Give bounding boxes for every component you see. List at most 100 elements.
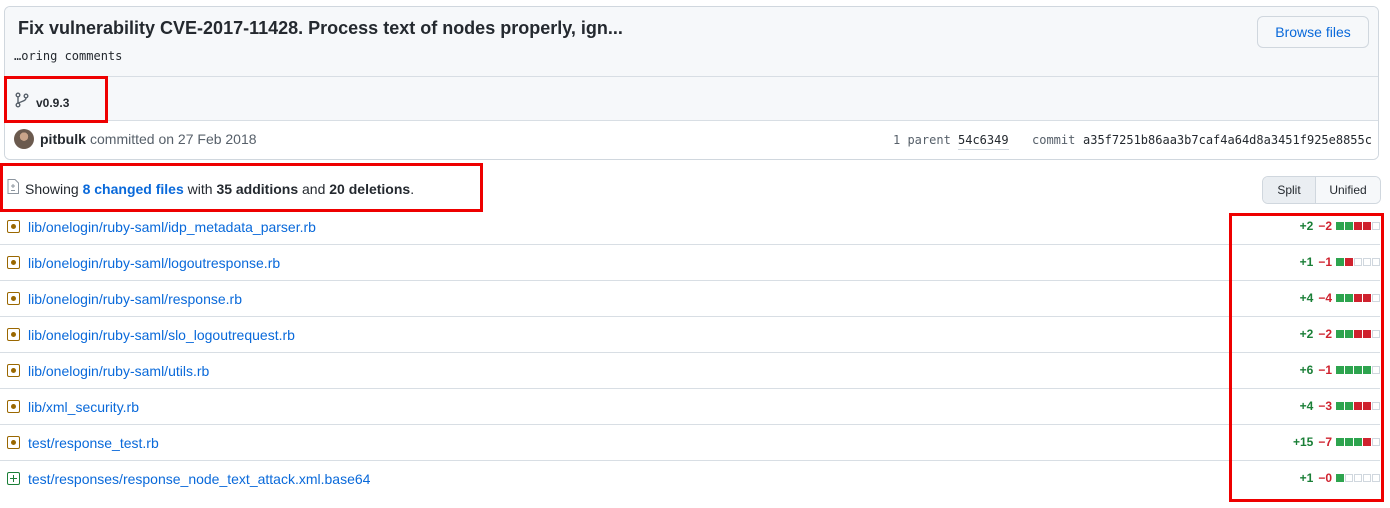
file-diff-icon — [7, 179, 19, 194]
diffstat-block-neutral — [1372, 258, 1380, 266]
commit-box: Fix vulnerability CVE-2017-11428. Proces… — [4, 6, 1379, 160]
diffstat-block-neutral — [1372, 438, 1380, 446]
parent-label: 1 parent — [893, 133, 951, 147]
diffstat-block-neutral — [1363, 474, 1371, 482]
diffstat-block-deleted — [1363, 330, 1371, 338]
diffstat-block-added — [1345, 438, 1353, 446]
diffstat-block-added — [1354, 366, 1362, 374]
changed-files-list: lib/onelogin/ruby-saml/idp_metadata_pars… — [0, 209, 1380, 497]
additions-stat: +2 — [1299, 219, 1314, 233]
file-modified-icon — [7, 328, 20, 341]
diff-stats: +15 −7 — [1293, 435, 1380, 449]
diffstat-block-added — [1345, 402, 1353, 410]
file-modified-icon — [7, 220, 20, 233]
file-modified-icon — [7, 256, 20, 269]
diffstat-block-neutral — [1372, 294, 1380, 302]
summary-with: with — [187, 181, 213, 197]
additions-stat: +1 — [1299, 471, 1314, 485]
diffstat-block-deleted — [1363, 222, 1371, 230]
diff-stats: +2 −2 — [1300, 219, 1380, 233]
diff-stats: +4 −3 — [1300, 399, 1380, 413]
file-modified-icon — [7, 400, 20, 413]
diff-stats: +6 −1 — [1300, 363, 1380, 377]
deletions-stat: −1 — [1318, 363, 1332, 377]
diff-stats: +2 −2 — [1300, 327, 1380, 341]
additions-stat: +15 — [1292, 435, 1314, 449]
diffstat-bar — [1336, 474, 1380, 482]
diffstat-block-deleted — [1363, 438, 1371, 446]
deletions-stat: −1 — [1318, 255, 1332, 269]
diffstat-block-neutral — [1345, 474, 1353, 482]
avatar[interactable] — [14, 129, 34, 149]
file-row: lib/onelogin/ruby-saml/idp_metadata_pars… — [0, 209, 1380, 245]
deletions-stat: −0 — [1318, 471, 1332, 485]
diff-view-toggle: Split Unified — [1262, 176, 1381, 204]
diffstat-block-deleted — [1363, 294, 1371, 302]
commit-date: committed on 27 Feb 2018 — [90, 131, 257, 147]
diffstat-block-added — [1336, 438, 1344, 446]
deletions-stat: −3 — [1318, 399, 1332, 413]
diffstat-block-deleted — [1354, 294, 1362, 302]
diffstat-block-added — [1345, 366, 1353, 374]
diff-stats: +1 −0 — [1300, 471, 1380, 485]
diffstat-block-deleted — [1354, 330, 1362, 338]
changed-files-link[interactable]: 8 changed files — [83, 181, 184, 197]
file-path-link[interactable]: lib/xml_security.rb — [28, 399, 139, 415]
diffstat-block-neutral — [1372, 222, 1380, 230]
author-name[interactable]: pitbulk — [40, 131, 86, 147]
diffstat-block-neutral — [1354, 258, 1362, 266]
diffstat-block-deleted — [1345, 258, 1353, 266]
summary-prefix: Showing — [25, 181, 79, 197]
file-modified-icon — [7, 292, 20, 305]
file-path-link[interactable]: lib/onelogin/ruby-saml/response.rb — [28, 291, 242, 307]
additions-stat: +2 — [1299, 327, 1314, 341]
diffstat-block-added — [1336, 330, 1344, 338]
file-path-link[interactable]: test/responses/response_node_text_attack… — [28, 471, 370, 487]
commit-title: Fix vulnerability CVE-2017-11428. Proces… — [18, 18, 623, 38]
diffstat-bar — [1336, 294, 1380, 302]
file-added-icon — [7, 472, 20, 485]
file-row: lib/onelogin/ruby-saml/logoutresponse.rb… — [0, 245, 1380, 281]
diffstat-block-neutral — [1372, 474, 1380, 482]
additions-stat: +4 — [1299, 399, 1314, 413]
summary-suffix: . — [410, 181, 415, 197]
diffstat-block-neutral — [1363, 258, 1371, 266]
file-row: lib/onelogin/ruby-saml/slo_logoutrequest… — [0, 317, 1380, 353]
diffstat-block-deleted — [1363, 402, 1371, 410]
file-row: lib/onelogin/ruby-saml/response.rb +4 −4 — [0, 281, 1380, 317]
file-path-link[interactable]: lib/onelogin/ruby-saml/idp_metadata_pars… — [28, 219, 316, 235]
file-path-link[interactable]: lib/onelogin/ruby-saml/logoutresponse.rb — [28, 255, 280, 271]
parent-sha-link[interactable]: 54c6349 — [958, 133, 1009, 150]
file-path-link[interactable]: test/response_test.rb — [28, 435, 159, 451]
diffstat-block-deleted — [1354, 222, 1362, 230]
branch-tag[interactable]: v0.9.3 — [36, 96, 69, 110]
branch-row: v0.9.3 — [5, 76, 1378, 121]
split-view-button[interactable]: Split — [1263, 177, 1316, 203]
diffstat-bar — [1336, 438, 1380, 446]
diffstat-bar — [1336, 402, 1380, 410]
diffstat-block-added — [1336, 402, 1344, 410]
file-row: test/response_test.rb +15 −7 — [0, 425, 1380, 461]
file-row: lib/onelogin/ruby-saml/utils.rb +6 −1 — [0, 353, 1380, 389]
diffstat-bar — [1336, 366, 1380, 374]
diffstat-bar — [1336, 258, 1380, 266]
diffstat-block-deleted — [1354, 402, 1362, 410]
commit-label: commit — [1032, 133, 1076, 147]
diffstat-block-added — [1336, 474, 1344, 482]
file-modified-icon — [7, 436, 20, 449]
deletions-stat: −2 — [1318, 219, 1332, 233]
diffstat-block-added — [1336, 294, 1344, 302]
deletions-count: 20 deletions — [329, 181, 411, 197]
commit-description: …oring comments — [14, 49, 123, 63]
file-path-link[interactable]: lib/onelogin/ruby-saml/utils.rb — [28, 363, 209, 379]
browse-files-button[interactable]: Browse files — [1257, 16, 1369, 48]
file-path-link[interactable]: lib/onelogin/ruby-saml/slo_logoutrequest… — [28, 327, 295, 343]
deletions-stat: −7 — [1318, 435, 1332, 449]
git-branch-icon — [15, 92, 29, 108]
diffstat-block-neutral — [1372, 402, 1380, 410]
unified-view-button[interactable]: Unified — [1316, 177, 1380, 203]
diff-summary: Showing 8 changed files with 35 addition… — [25, 181, 414, 197]
file-row: lib/xml_security.rb +4 −3 — [0, 389, 1380, 425]
diffstat-bar — [1336, 222, 1380, 230]
diffstat-bar — [1336, 330, 1380, 338]
